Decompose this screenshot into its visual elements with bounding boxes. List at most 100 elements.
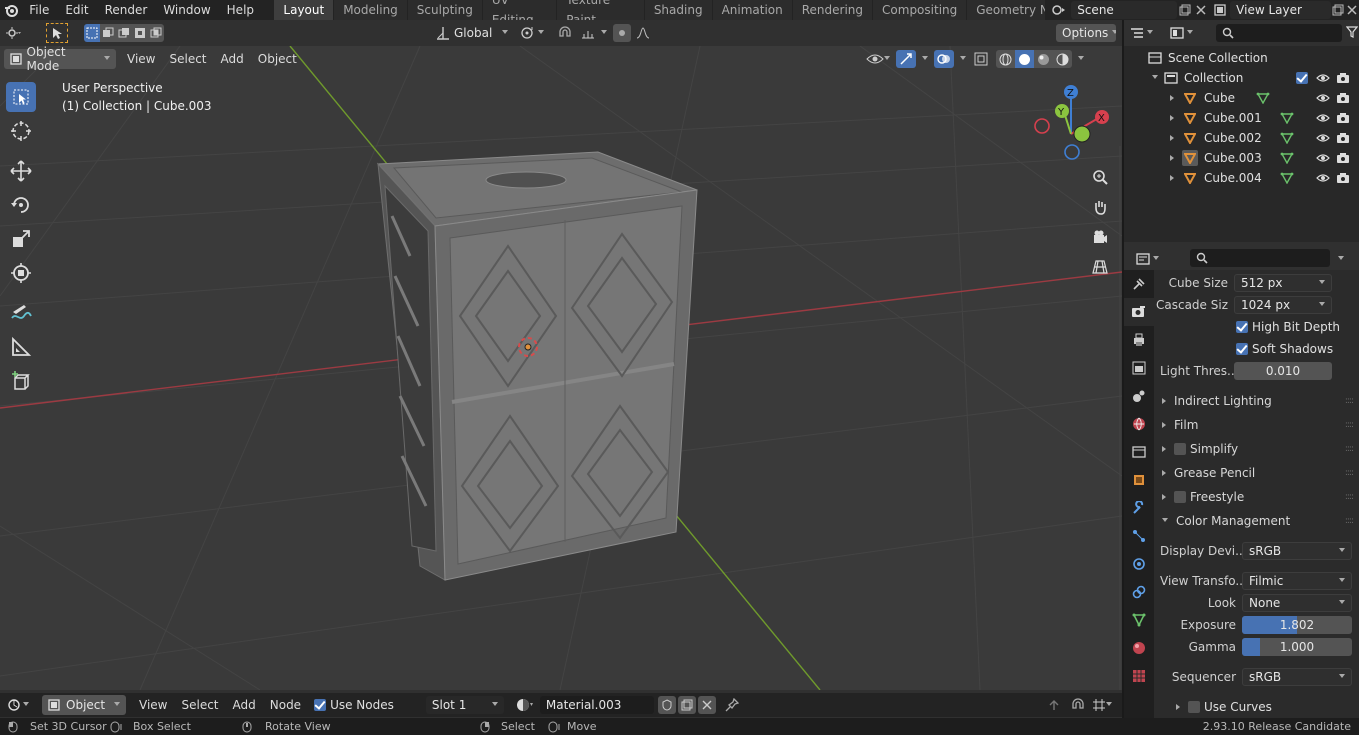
browse-material-icon[interactable] xyxy=(510,695,540,715)
eye-icon[interactable] xyxy=(1316,72,1330,84)
cursor-tool-icon[interactable] xyxy=(6,116,36,146)
material-name-field[interactable]: Material.003 xyxy=(539,696,654,714)
3d-viewport[interactable]: Object Mode View Select Add Object User … xyxy=(0,46,1122,690)
view-layer-field[interactable]: View Layer xyxy=(1230,1,1331,19)
snap-increment-icon[interactable] xyxy=(578,24,598,42)
expand-arrow-icon[interactable] xyxy=(1170,135,1174,141)
eye-icon[interactable] xyxy=(1316,132,1330,144)
data-tab-icon[interactable] xyxy=(1124,606,1154,634)
camera-render-icon[interactable] xyxy=(1336,112,1350,124)
select-mode-extend-icon[interactable] xyxy=(100,24,116,42)
expand-arrow-icon[interactable] xyxy=(1170,95,1174,101)
delete-scene-icon[interactable] xyxy=(1193,1,1209,19)
menu-render[interactable]: Render xyxy=(97,0,156,20)
scene-selector-icon[interactable] xyxy=(1046,0,1071,20)
mesh-data-icon[interactable] xyxy=(1280,172,1294,184)
shader-editor-type[interactable] xyxy=(0,695,36,715)
scene-name-field[interactable]: Scene xyxy=(1071,1,1178,19)
viewport-menu-select[interactable]: Select xyxy=(162,49,213,69)
camera-render-icon[interactable] xyxy=(1336,92,1350,104)
material-shading-icon[interactable] xyxy=(1034,50,1053,68)
slot-dropdown[interactable]: Slot 1 xyxy=(425,696,504,714)
visibility-dropdown[interactable] xyxy=(866,53,890,65)
select-mode-intersect-icon[interactable] xyxy=(148,24,164,42)
mesh-data-icon[interactable] xyxy=(1280,132,1294,144)
panel-enable-checkbox[interactable] xyxy=(1174,443,1186,455)
duplicate-material-icon[interactable] xyxy=(677,696,696,714)
pan-hand-icon[interactable] xyxy=(1087,194,1113,220)
tab-layout[interactable]: Layout xyxy=(274,0,334,20)
new-view-layer-icon[interactable] xyxy=(1331,1,1345,19)
output-tab-icon[interactable] xyxy=(1124,326,1154,354)
mesh-data-icon[interactable] xyxy=(1280,152,1294,164)
view-layer-icon[interactable] xyxy=(1209,0,1230,20)
viewport-menu-object[interactable]: Object xyxy=(251,49,304,69)
tab-modeling[interactable]: Modeling xyxy=(334,0,407,20)
filter-icon[interactable] xyxy=(1345,26,1359,40)
delete-view-layer-icon[interactable] xyxy=(1345,1,1359,19)
menu-window[interactable]: Window xyxy=(155,0,218,20)
view-transform-dropdown[interactable]: Filmic xyxy=(1242,572,1352,590)
tab-sculpting[interactable]: Sculpting xyxy=(407,0,482,20)
camera-render-icon[interactable] xyxy=(1336,172,1350,184)
blender-logo-icon[interactable] xyxy=(0,0,21,20)
eye-icon[interactable] xyxy=(1316,92,1330,104)
look-dropdown[interactable]: None xyxy=(1242,594,1352,612)
wireframe-shading-icon[interactable] xyxy=(996,50,1015,68)
panel-header[interactable]: Indirect Lighting:::: xyxy=(1154,390,1359,412)
outliner-search-input[interactable] xyxy=(1216,24,1342,42)
xray-toggle-icon[interactable] xyxy=(972,50,990,68)
transform-tool-icon[interactable] xyxy=(6,258,36,288)
world-tab-icon[interactable] xyxy=(1124,410,1154,438)
tab-animation[interactable]: Animation xyxy=(712,0,792,20)
select-mode-set-icon[interactable] xyxy=(84,24,100,42)
mesh-data-icon[interactable] xyxy=(1256,92,1270,104)
parent-node-tree-icon[interactable] xyxy=(1044,696,1064,714)
properties-editor-type[interactable] xyxy=(1136,250,1170,268)
select-tool-icon[interactable] xyxy=(46,23,68,43)
scene-tab-icon[interactable] xyxy=(1124,382,1154,410)
viewport-menu-add[interactable]: Add xyxy=(214,49,251,69)
options-dropdown[interactable]: Options xyxy=(1056,24,1116,42)
tab-geometry-nodes[interactable]: Geometry Nod xyxy=(967,0,1046,20)
physics-tab-icon[interactable] xyxy=(1124,550,1154,578)
panel-header[interactable]: Simplify:::: xyxy=(1154,438,1359,460)
outliner-object-row[interactable]: Cube.002 xyxy=(1124,128,1359,148)
sequencer-dropdown[interactable]: sRGB xyxy=(1242,668,1352,686)
expand-arrow-icon[interactable] xyxy=(1176,704,1180,710)
use-curves-checkbox[interactable] xyxy=(1188,701,1200,713)
use-curves-row[interactable]: Use Curves xyxy=(1154,696,1359,718)
zoom-icon[interactable] xyxy=(1087,164,1113,190)
outliner-object-row[interactable]: Cube xyxy=(1124,88,1359,108)
high-bit-depth-row[interactable]: High Bit Depth xyxy=(1154,316,1359,338)
selected-cube-mesh[interactable] xyxy=(376,151,698,581)
display-mode-dropdown[interactable] xyxy=(1170,24,1206,42)
use-nodes-checkbox[interactable] xyxy=(314,699,327,711)
scale-tool-icon[interactable] xyxy=(6,224,36,254)
drag-handle-icon[interactable]: :::: xyxy=(1345,444,1354,454)
select-box-tool-icon[interactable] xyxy=(6,82,36,112)
select-mode-invert-icon[interactable] xyxy=(132,24,148,42)
eye-icon[interactable] xyxy=(1316,152,1330,164)
panel-enable-checkbox[interactable] xyxy=(1174,491,1186,503)
scene-collection-row[interactable]: Scene Collection xyxy=(1124,48,1359,68)
gizmo-toggle-icon[interactable] xyxy=(896,50,916,68)
cascade-size-dropdown[interactable]: 1024 px xyxy=(1234,296,1332,314)
menu-help[interactable]: Help xyxy=(219,0,262,20)
camera-render-icon[interactable] xyxy=(1336,72,1350,84)
transform-orientation-dropdown[interactable]: Global xyxy=(436,24,512,42)
tab-shading[interactable]: Shading xyxy=(644,0,712,20)
overlays-toggle-icon[interactable] xyxy=(934,50,954,68)
light-threshold-field[interactable]: 0.010 xyxy=(1234,362,1332,380)
drag-handle-icon[interactable]: :::: xyxy=(1345,396,1354,406)
falloff-icon[interactable] xyxy=(633,24,653,42)
fake-user-shield-icon[interactable] xyxy=(657,696,676,714)
tool-tab-icon[interactable] xyxy=(1124,270,1154,298)
camera-view-icon[interactable] xyxy=(1087,224,1113,250)
drag-handle-icon[interactable]: :::: xyxy=(1345,420,1354,430)
new-scene-icon[interactable] xyxy=(1177,1,1193,19)
properties-options-icon[interactable] xyxy=(1338,252,1344,266)
shader-menu-add[interactable]: Add xyxy=(226,695,263,715)
tab-rendering[interactable]: Rendering xyxy=(792,0,873,20)
panel-header[interactable]: Grease Pencil:::: xyxy=(1154,462,1359,484)
